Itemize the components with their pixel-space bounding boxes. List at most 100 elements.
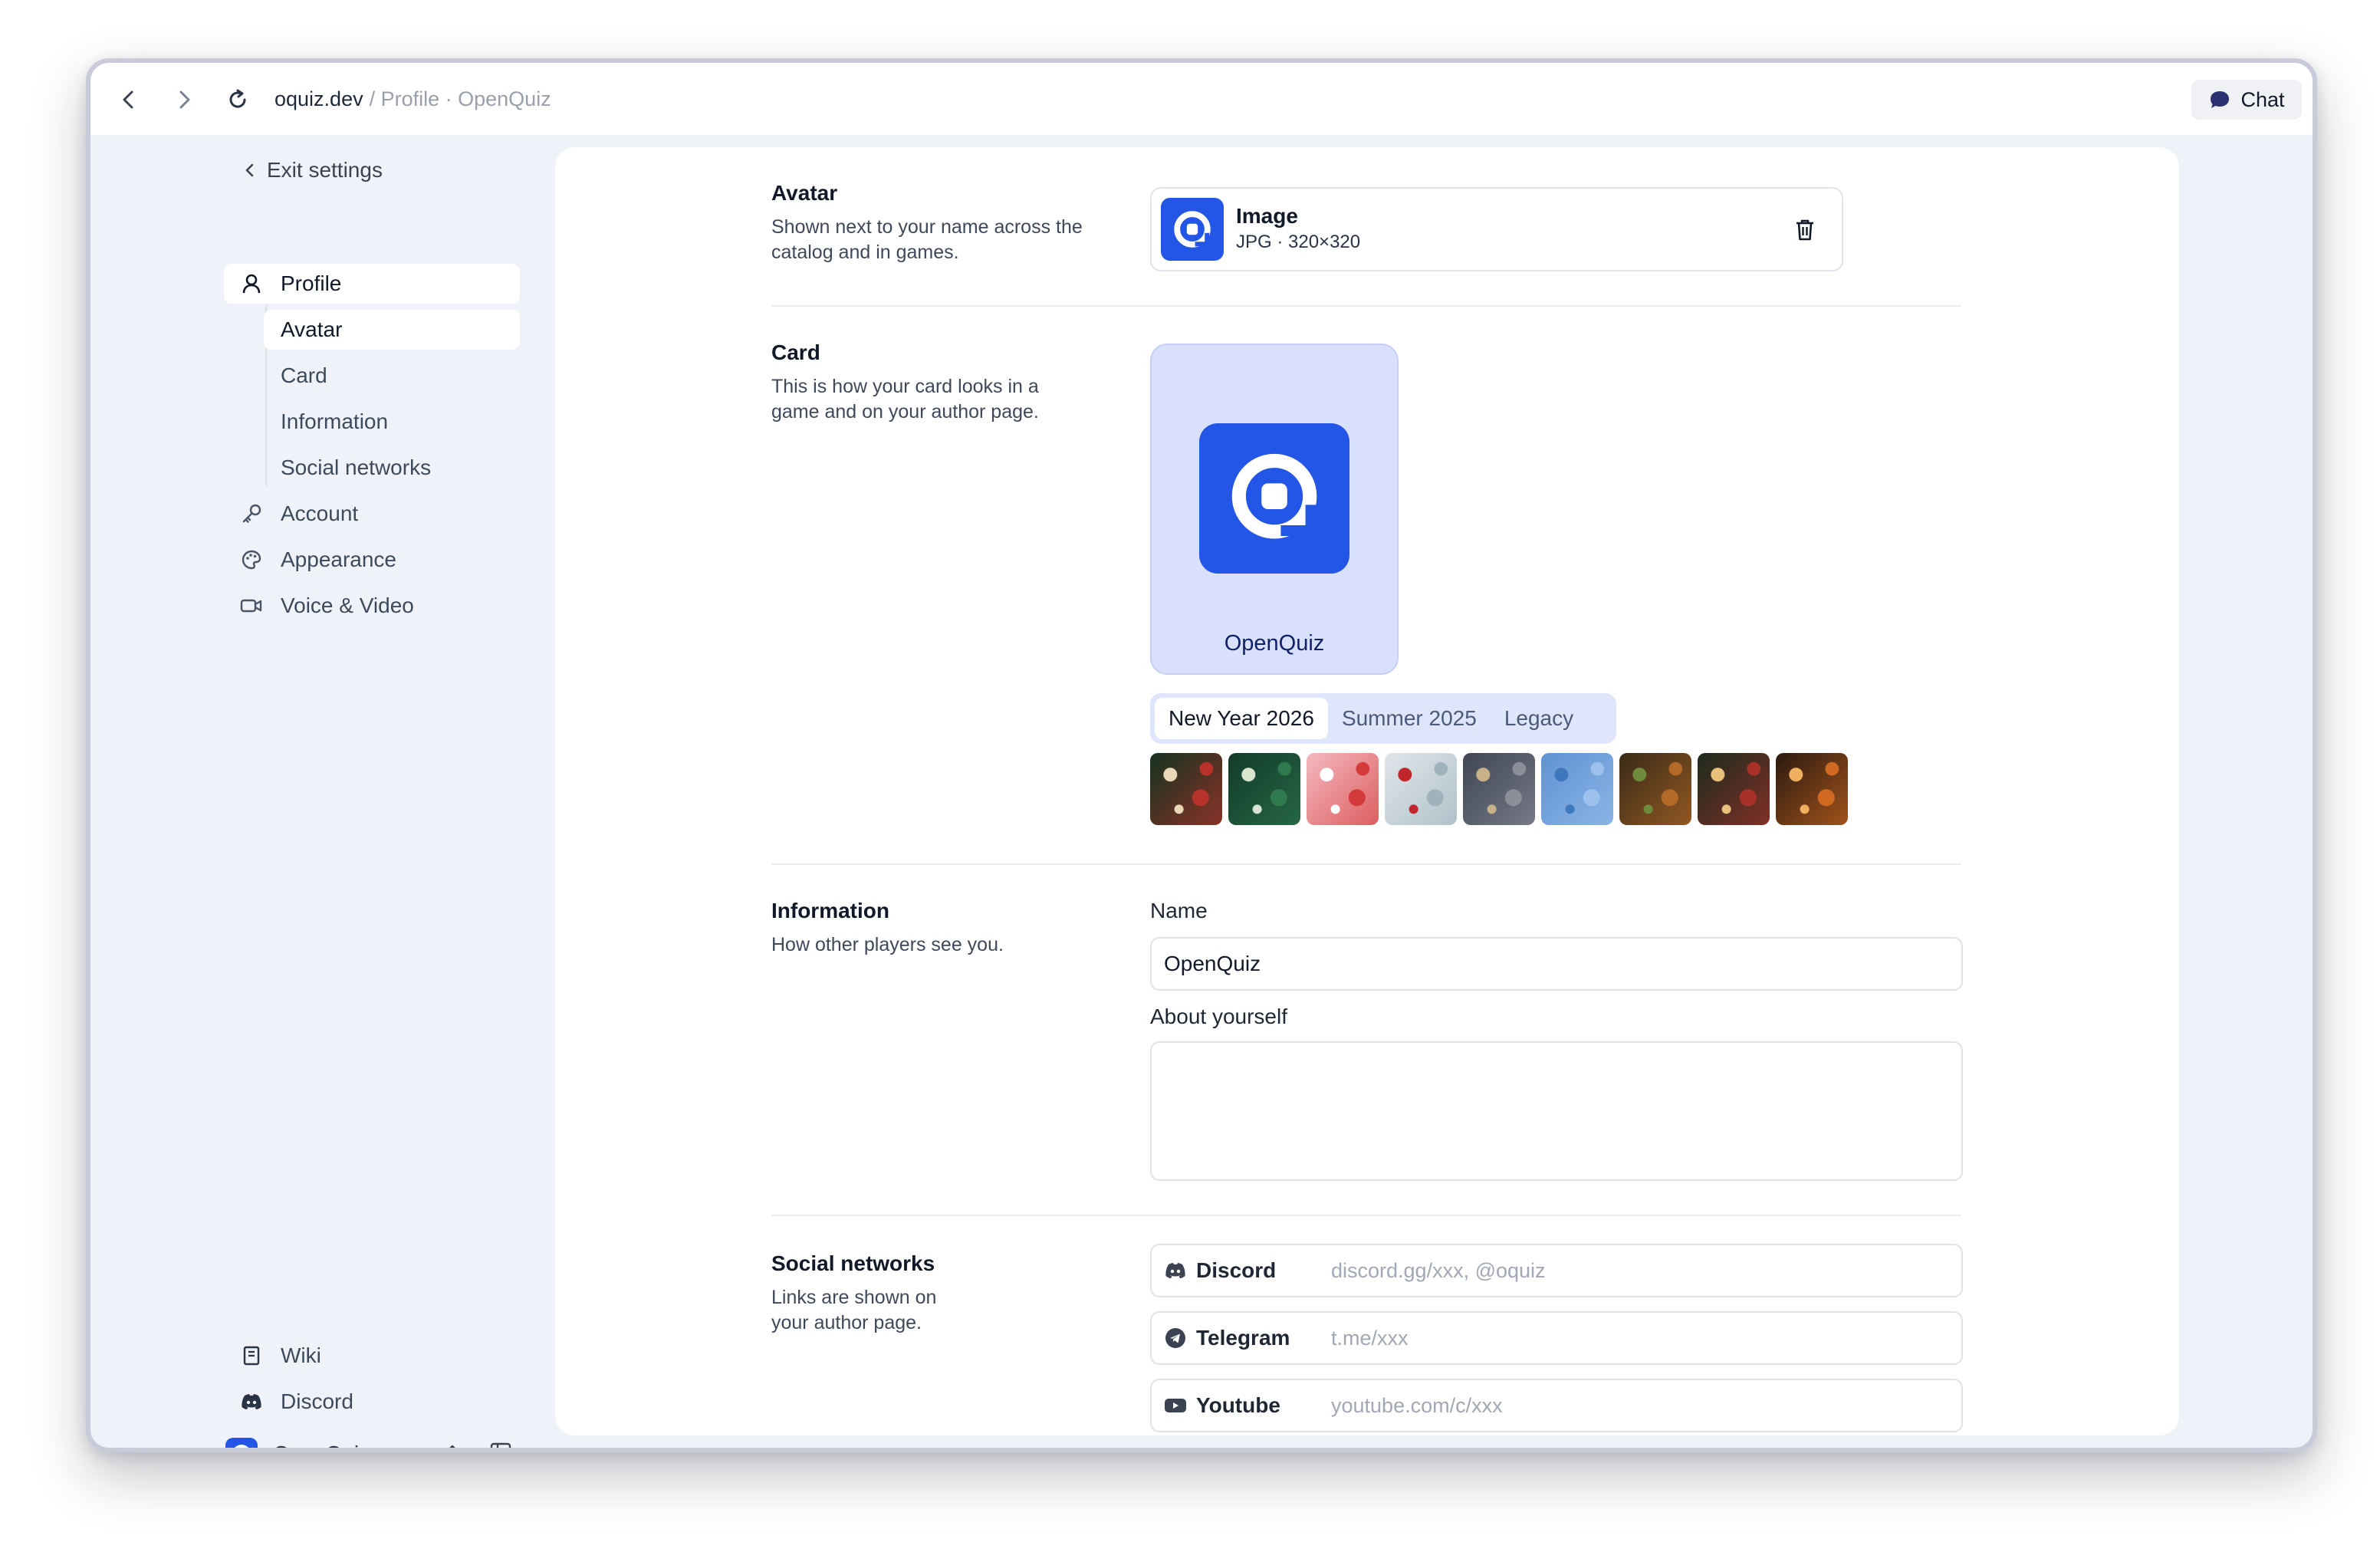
url-path: / Profile · OpenQuiz xyxy=(369,87,551,110)
workspace-switcher[interactable]: OpenQuiz xyxy=(225,1431,514,1448)
card-preview-name: OpenQuiz xyxy=(1224,631,1325,656)
avatar-file-meta: JPG · 320×320 xyxy=(1236,232,1361,252)
delete-avatar-button[interactable] xyxy=(1791,216,1819,244)
exit-settings-link[interactable]: Exit settings xyxy=(244,155,383,186)
sidebar-link-wiki[interactable]: Wiki xyxy=(224,1336,520,1376)
browser-toolbar: oquiz.dev / Profile · OpenQuiz Chat xyxy=(90,63,2313,135)
avatar-file-row: Image JPG · 320×320 xyxy=(1150,187,1843,271)
sidebar-item-label: Account xyxy=(281,501,359,525)
card-preview: OpenQuiz xyxy=(1150,344,1399,675)
card-background-xmas-pattern-dark[interactable] xyxy=(1150,753,1222,825)
trash-icon xyxy=(1797,219,1813,241)
book-icon xyxy=(239,1343,264,1368)
settings-sidebar: Exit settings Profile Avatar Card Inform… xyxy=(90,135,551,1448)
sidebar-item-profile[interactable]: Profile xyxy=(224,264,520,304)
sidebar-item-label: Social networks xyxy=(281,455,432,479)
sidebar-toggle-icon[interactable] xyxy=(489,1442,512,1448)
social-section-description: Links are shown on your author page. xyxy=(771,1287,937,1333)
information-section-description: How other players see you. xyxy=(771,934,1004,955)
name-field-label: Name xyxy=(1150,899,1208,922)
sidebar-link-discord[interactable]: Discord xyxy=(224,1382,520,1422)
social-name: Discord xyxy=(1196,1258,1277,1282)
workspace-logo xyxy=(225,1438,258,1448)
avatar-section-title: Avatar xyxy=(771,181,838,205)
discord-label: Discord xyxy=(281,1389,353,1413)
chat-button[interactable]: Chat xyxy=(2191,80,2302,120)
avatar-file-name: Image xyxy=(1236,204,1298,228)
about-textarea[interactable] xyxy=(1150,1041,1963,1181)
sidebar-item-label: Appearance xyxy=(281,547,397,571)
section-divider xyxy=(771,1215,1961,1216)
card-logo xyxy=(1199,423,1349,574)
tab-legacy[interactable]: Legacy xyxy=(1491,698,1587,739)
sidebar-item-label: Card xyxy=(281,363,327,387)
card-background-blue-water[interactable] xyxy=(1541,753,1613,825)
forward-button[interactable] xyxy=(169,84,199,115)
chevron-left-icon xyxy=(245,163,254,177)
exit-settings-label: Exit settings xyxy=(267,158,383,182)
sidebar-item-social-networks[interactable]: Social networks xyxy=(264,448,520,488)
social-section-title: Social networks xyxy=(771,1251,935,1275)
youtube-icon xyxy=(1162,1396,1188,1415)
openquiz-logo-icon xyxy=(235,1445,248,1448)
chat-label: Chat xyxy=(2240,87,2285,111)
card-background-ornament-warm[interactable] xyxy=(1619,753,1691,825)
sidebar-item-account[interactable]: Account xyxy=(224,494,520,534)
url-host: oquiz.dev xyxy=(274,87,363,110)
card-background-pine-trees-pattern[interactable] xyxy=(1228,753,1300,825)
social-field-telegram[interactable]: Telegram t.me/xxx xyxy=(1150,1311,1963,1365)
chevron-left-icon xyxy=(123,90,133,109)
browser-window: oquiz.dev / Profile · OpenQuiz Chat Exit… xyxy=(86,58,2317,1452)
discord-icon xyxy=(1162,1261,1188,1280)
card-background-swatches xyxy=(1150,753,1848,825)
social-field-discord[interactable]: Discord discord.gg/xxx, @oquiz xyxy=(1150,1244,1963,1297)
social-name: Telegram xyxy=(1196,1326,1290,1350)
video-icon xyxy=(239,594,264,618)
sidebar-item-card[interactable]: Card xyxy=(264,356,520,396)
reload-button[interactable] xyxy=(222,84,253,115)
telegram-icon xyxy=(1162,1327,1188,1350)
avatar-section-description: Shown next to your name across the catal… xyxy=(771,216,1083,263)
sidebar-item-avatar[interactable]: Avatar xyxy=(264,310,520,350)
sidebar-item-label: Profile xyxy=(281,271,342,295)
openquiz-logo-icon xyxy=(1231,453,1317,539)
social-placeholder: youtube.com/c/xxx xyxy=(1331,1393,1503,1417)
card-section-title: Card xyxy=(771,340,820,364)
back-button[interactable] xyxy=(113,84,144,115)
chevrons-up-down-icon[interactable] xyxy=(445,1442,460,1448)
settings-content: Avatar Shown next to your name across th… xyxy=(555,147,2179,1435)
card-background-santa-pattern-pink[interactable] xyxy=(1307,753,1379,825)
sidebar-item-label: Avatar xyxy=(281,317,343,341)
tab-summer-2025[interactable]: Summer 2025 xyxy=(1328,698,1491,739)
avatar-thumbnail xyxy=(1161,198,1224,261)
about-field-label: About yourself xyxy=(1150,1005,1287,1028)
key-icon xyxy=(239,501,264,526)
card-theme-tabs: New Year 2026 Summer 2025 Legacy xyxy=(1150,693,1616,744)
address-bar[interactable]: oquiz.dev / Profile · OpenQuiz xyxy=(274,63,551,135)
name-field-value: OpenQuiz xyxy=(1164,952,1261,975)
sidebar-item-voice-video[interactable]: Voice & Video xyxy=(224,586,520,626)
reload-icon xyxy=(229,89,246,108)
card-background-orange-glow[interactable] xyxy=(1776,753,1848,825)
social-placeholder: discord.gg/xxx, @oquiz xyxy=(1331,1258,1546,1282)
card-background-red-bauble-night[interactable] xyxy=(1698,753,1770,825)
sidebar-item-label: Voice & Video xyxy=(281,594,414,617)
social-name: Youtube xyxy=(1196,1393,1280,1417)
card-section-description: This is how your card looks in a game an… xyxy=(771,376,1039,423)
social-placeholder: t.me/xxx xyxy=(1331,1326,1409,1350)
user-icon xyxy=(239,271,264,296)
workspace-name: OpenQuiz xyxy=(273,1442,370,1448)
information-section-title: Information xyxy=(771,899,889,922)
sidebar-item-label: Information xyxy=(281,409,389,433)
social-field-youtube[interactable]: Youtube youtube.com/c/xxx xyxy=(1150,1379,1963,1432)
section-divider xyxy=(771,305,1961,307)
chevron-right-icon xyxy=(179,90,190,109)
sidebar-item-appearance[interactable]: Appearance xyxy=(224,540,520,580)
tab-new-year-2026[interactable]: New Year 2026 xyxy=(1155,698,1328,739)
card-background-winter-berries[interactable] xyxy=(1385,753,1457,825)
palette-icon xyxy=(239,547,264,572)
card-background-frosty-branches[interactable] xyxy=(1463,753,1535,825)
discord-icon xyxy=(239,1389,264,1414)
sidebar-item-information[interactable]: Information xyxy=(264,402,520,442)
name-field[interactable]: OpenQuiz xyxy=(1150,937,1963,991)
